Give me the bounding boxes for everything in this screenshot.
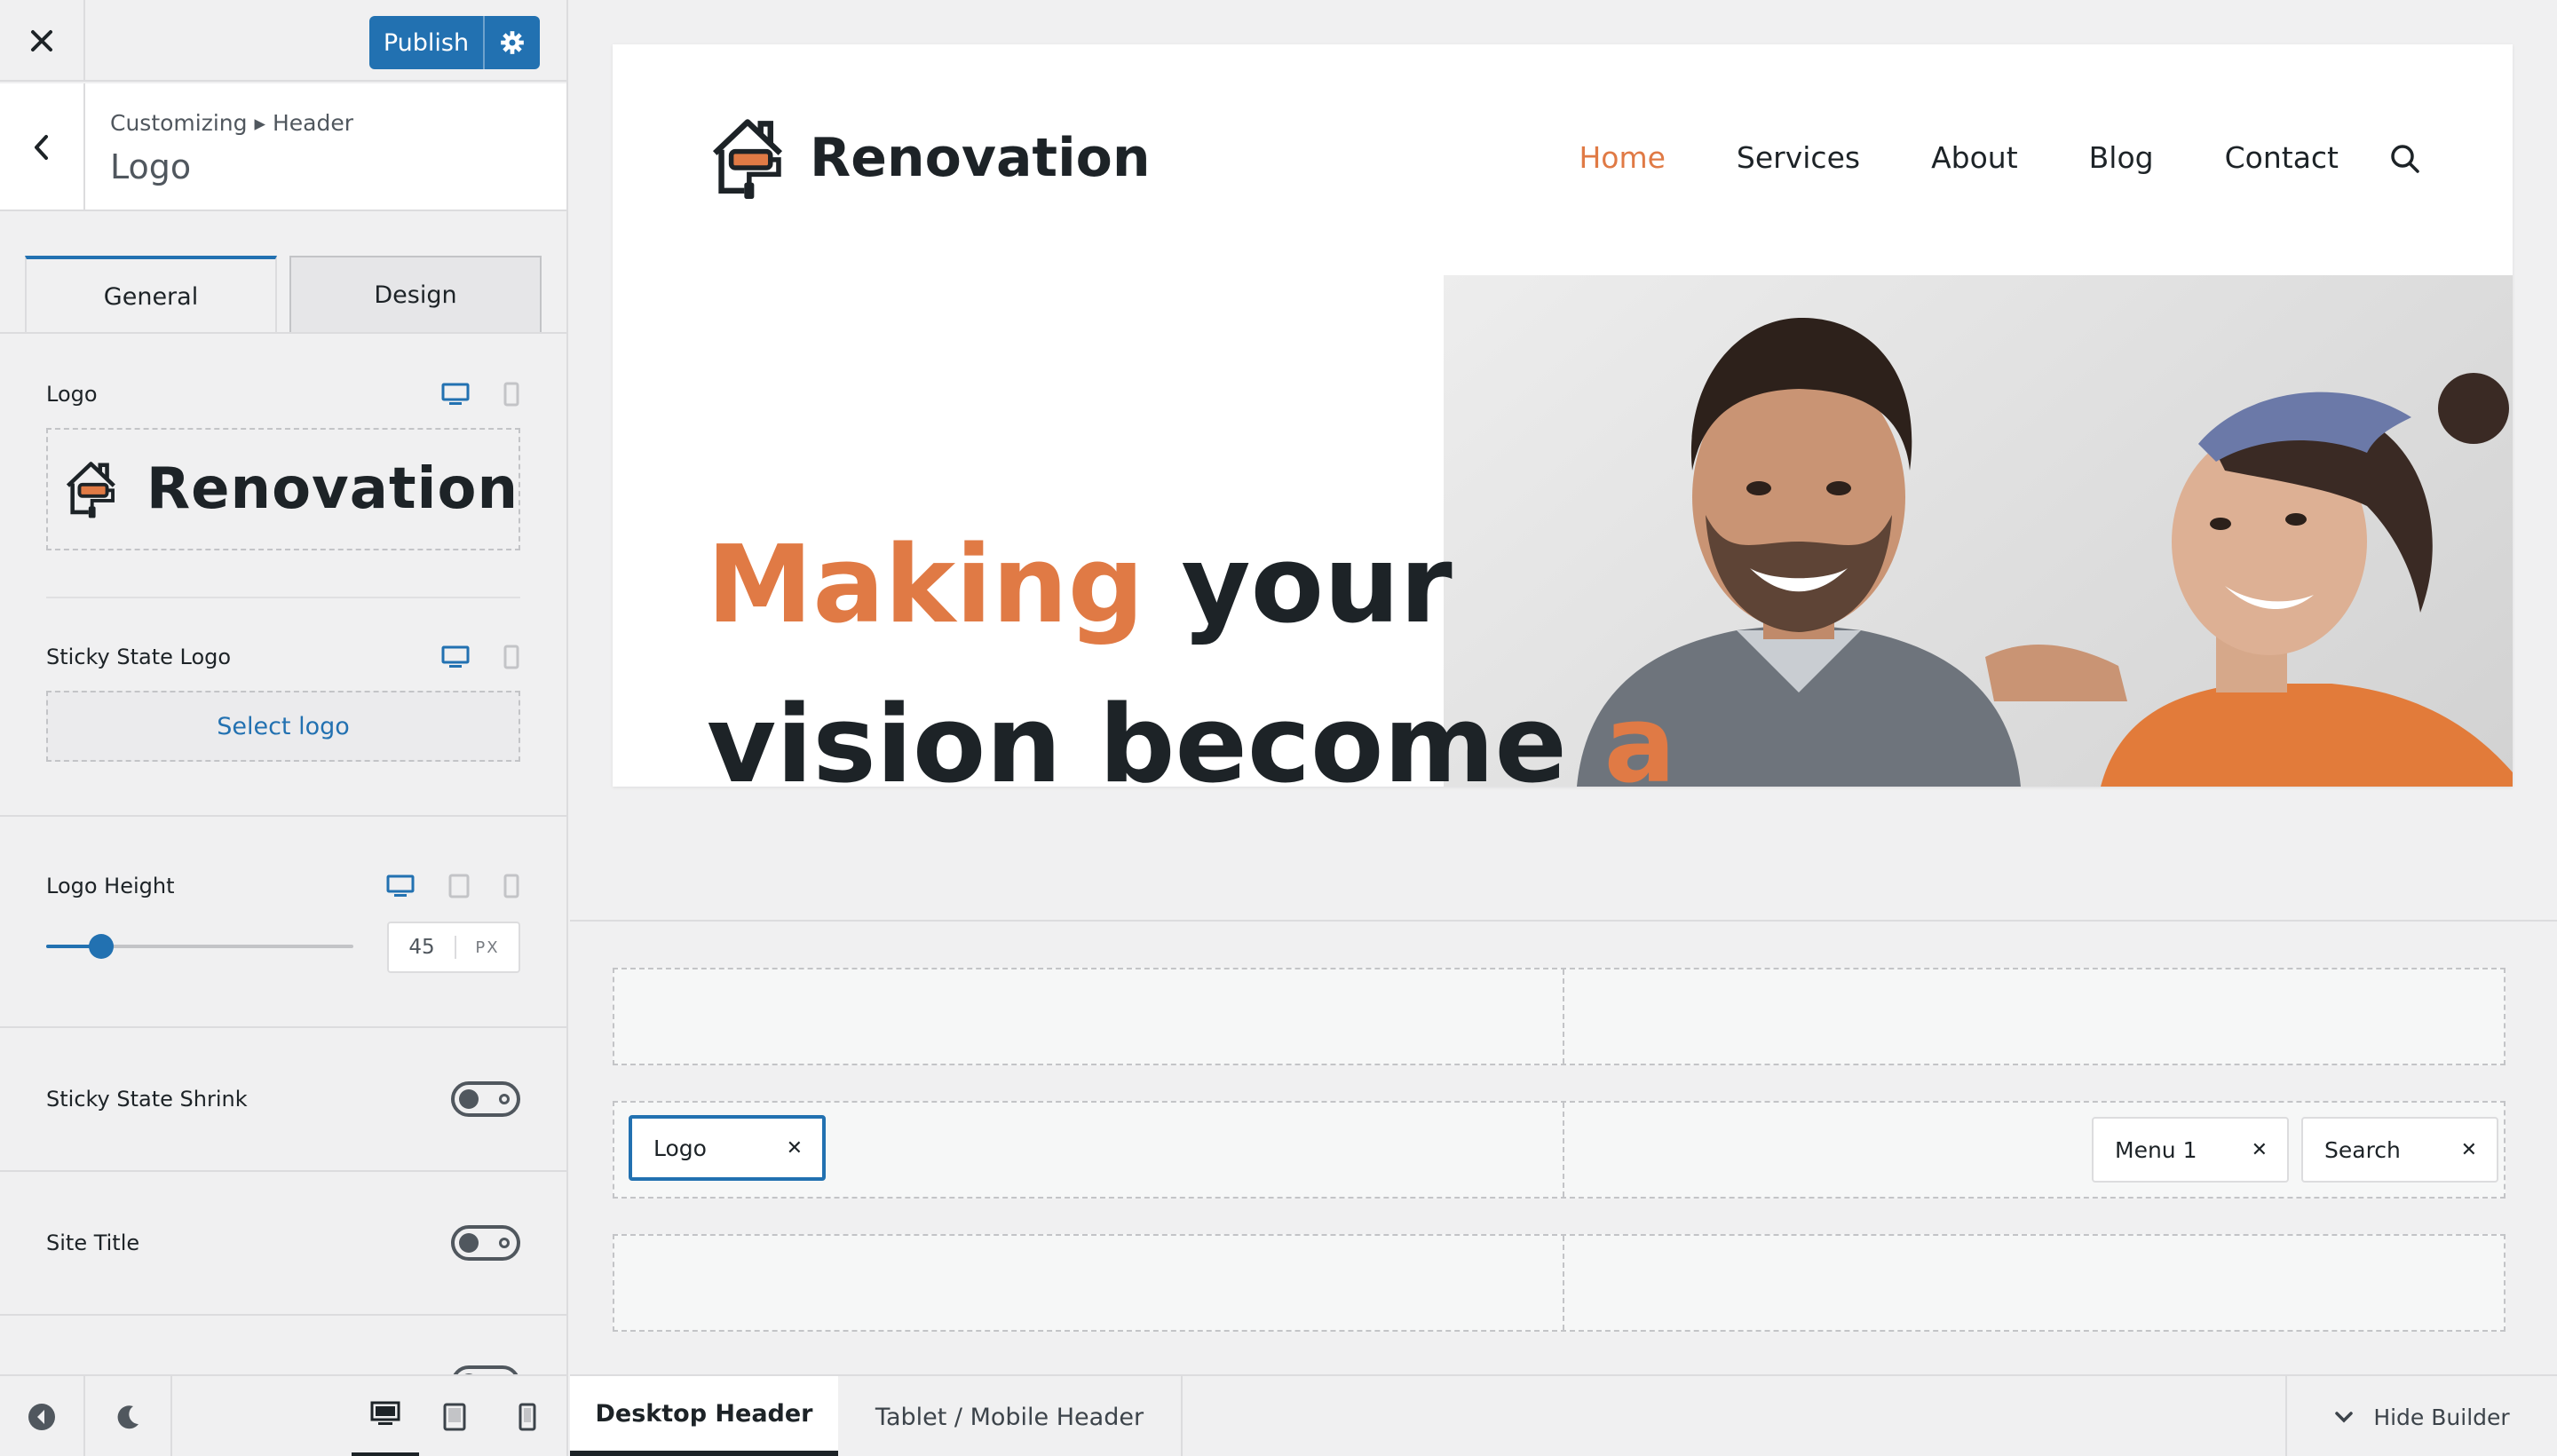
tab-general[interactable]: General (25, 256, 277, 334)
sticky-shrink-label: Sticky State Shrink (46, 1087, 248, 1112)
hero-line1-rest: your (1144, 524, 1453, 647)
site-title-toggle[interactable] (451, 1225, 520, 1261)
builder-item-menu[interactable]: Menu 1 ✕ (2092, 1117, 2289, 1183)
publish-button[interactable]: Publish (369, 16, 540, 69)
section-title: Logo (110, 147, 192, 186)
header-builder: Logo ✕ Menu 1 ✕ Search ✕ (570, 920, 2557, 1374)
nav-item-about[interactable]: About (1931, 140, 2018, 175)
builder-footer: Desktop Header Tablet / Mobile Header Hi… (570, 1374, 2557, 1456)
publish-label: Publish (383, 28, 470, 57)
search-icon[interactable] (2390, 144, 2420, 174)
tabs-divider (0, 332, 566, 334)
remove-icon[interactable]: ✕ (2461, 1139, 2477, 1161)
moon-icon (117, 1405, 139, 1429)
builder-item-logo[interactable]: Logo ✕ (629, 1115, 826, 1181)
builder-row-top[interactable] (613, 968, 2506, 1065)
option-divider (0, 1314, 566, 1316)
mobile-icon[interactable] (503, 645, 520, 669)
desktop-icon[interactable] (440, 645, 471, 669)
mobile-icon (519, 1403, 536, 1431)
builder-item-label: Logo (653, 1135, 707, 1161)
close-icon (31, 30, 52, 51)
options-tabs: General Design (25, 256, 542, 334)
dark-mode-button[interactable] (85, 1376, 172, 1456)
tablet-icon (443, 1403, 466, 1431)
hero-accent-letter: a (1603, 684, 1676, 787)
option-divider (0, 1170, 566, 1172)
desktop-icon[interactable] (440, 382, 471, 407)
back-button[interactable] (0, 83, 85, 211)
publish-settings-button[interactable] (483, 16, 540, 69)
builder-row-bottom[interactable] (613, 1234, 2506, 1332)
mobile-icon[interactable] (503, 382, 520, 407)
site-name: Renovation (810, 127, 1151, 189)
preview-mobile-button[interactable] (495, 1376, 559, 1456)
desktop-icon (370, 1401, 400, 1425)
logo-height-label: Logo Height (46, 874, 175, 898)
hero-accent-word: Making (707, 524, 1144, 647)
remove-icon[interactable]: ✕ (787, 1137, 803, 1159)
unit-label: PX (475, 938, 500, 957)
close-customizer-button[interactable] (0, 0, 85, 82)
renovation-logo-icon (712, 119, 783, 199)
option-divider (46, 597, 520, 598)
nav-item-blog[interactable]: Blog (2089, 140, 2154, 175)
chevron-down-icon (2335, 1412, 2354, 1423)
slider-thumb[interactable] (89, 934, 115, 959)
hero-heading: Making your vision become a (707, 506, 1676, 787)
tab-design[interactable]: Design (289, 256, 542, 334)
section-header: Customizing ▸ Header Logo (0, 83, 566, 211)
gear-icon (501, 31, 524, 54)
builder-row-main[interactable]: Logo ✕ Menu 1 ✕ Search ✕ (613, 1101, 2506, 1199)
collapse-icon (28, 1404, 55, 1430)
builder-item-search[interactable]: Search ✕ (2301, 1117, 2498, 1183)
logo-option-label: Logo (46, 382, 98, 407)
site-navigation: Home Services About Blog Contact (1508, 140, 2339, 175)
preview-tablet-button[interactable] (423, 1376, 487, 1456)
hero-line2: vision become (707, 684, 1604, 787)
hide-builder-button[interactable]: Hide Builder (2285, 1376, 2557, 1456)
site-preview: Renovation Home Services About Blog Cont… (613, 44, 2513, 787)
sticky-logo-label: Sticky State Logo (46, 645, 232, 669)
mobile-icon[interactable] (503, 874, 520, 898)
sticky-shrink-toggle[interactable] (451, 1081, 520, 1117)
logo-height-input[interactable]: 45 PX (387, 922, 520, 973)
option-divider (0, 815, 566, 817)
builder-item-label: Menu 1 (2115, 1136, 2197, 1163)
breadcrumb: Customizing ▸ Header (110, 110, 353, 136)
logo-height-slider[interactable] (46, 934, 353, 959)
chevron-left-icon (35, 135, 48, 160)
site-logo[interactable]: Renovation (707, 115, 1151, 201)
tablet-icon[interactable] (447, 874, 471, 898)
sidebar-footer (0, 1374, 568, 1456)
hide-builder-label: Hide Builder (2373, 1404, 2510, 1430)
nav-item-home[interactable]: Home (1579, 140, 1665, 175)
customizer-sidebar: Publish Customizing ▸ Header Logo Genera… (0, 0, 568, 1456)
builder-item-label: Search (2324, 1136, 2401, 1163)
logo-preview-text: Renovation (146, 456, 519, 522)
site-title-label: Site Title (46, 1230, 140, 1255)
customizer-topbar: Publish (0, 0, 566, 82)
nav-item-contact[interactable]: Contact (2225, 140, 2339, 175)
renovation-logo-icon (66, 462, 115, 518)
tab-desktop-header[interactable]: Desktop Header (570, 1376, 838, 1456)
remove-icon[interactable]: ✕ (2252, 1139, 2268, 1161)
logo-upload-box[interactable]: Renovation (46, 428, 520, 550)
desktop-icon[interactable] (385, 874, 416, 898)
collapse-sidebar-button[interactable] (0, 1376, 85, 1456)
tab-tablet-mobile-header[interactable]: Tablet / Mobile Header (838, 1376, 1183, 1456)
nav-item-services[interactable]: Services (1737, 140, 1860, 175)
select-logo-button[interactable]: Select logo (46, 691, 520, 762)
option-divider (0, 1026, 566, 1028)
logo-height-value: 45 (389, 936, 456, 959)
preview-desktop-button[interactable] (352, 1376, 419, 1456)
